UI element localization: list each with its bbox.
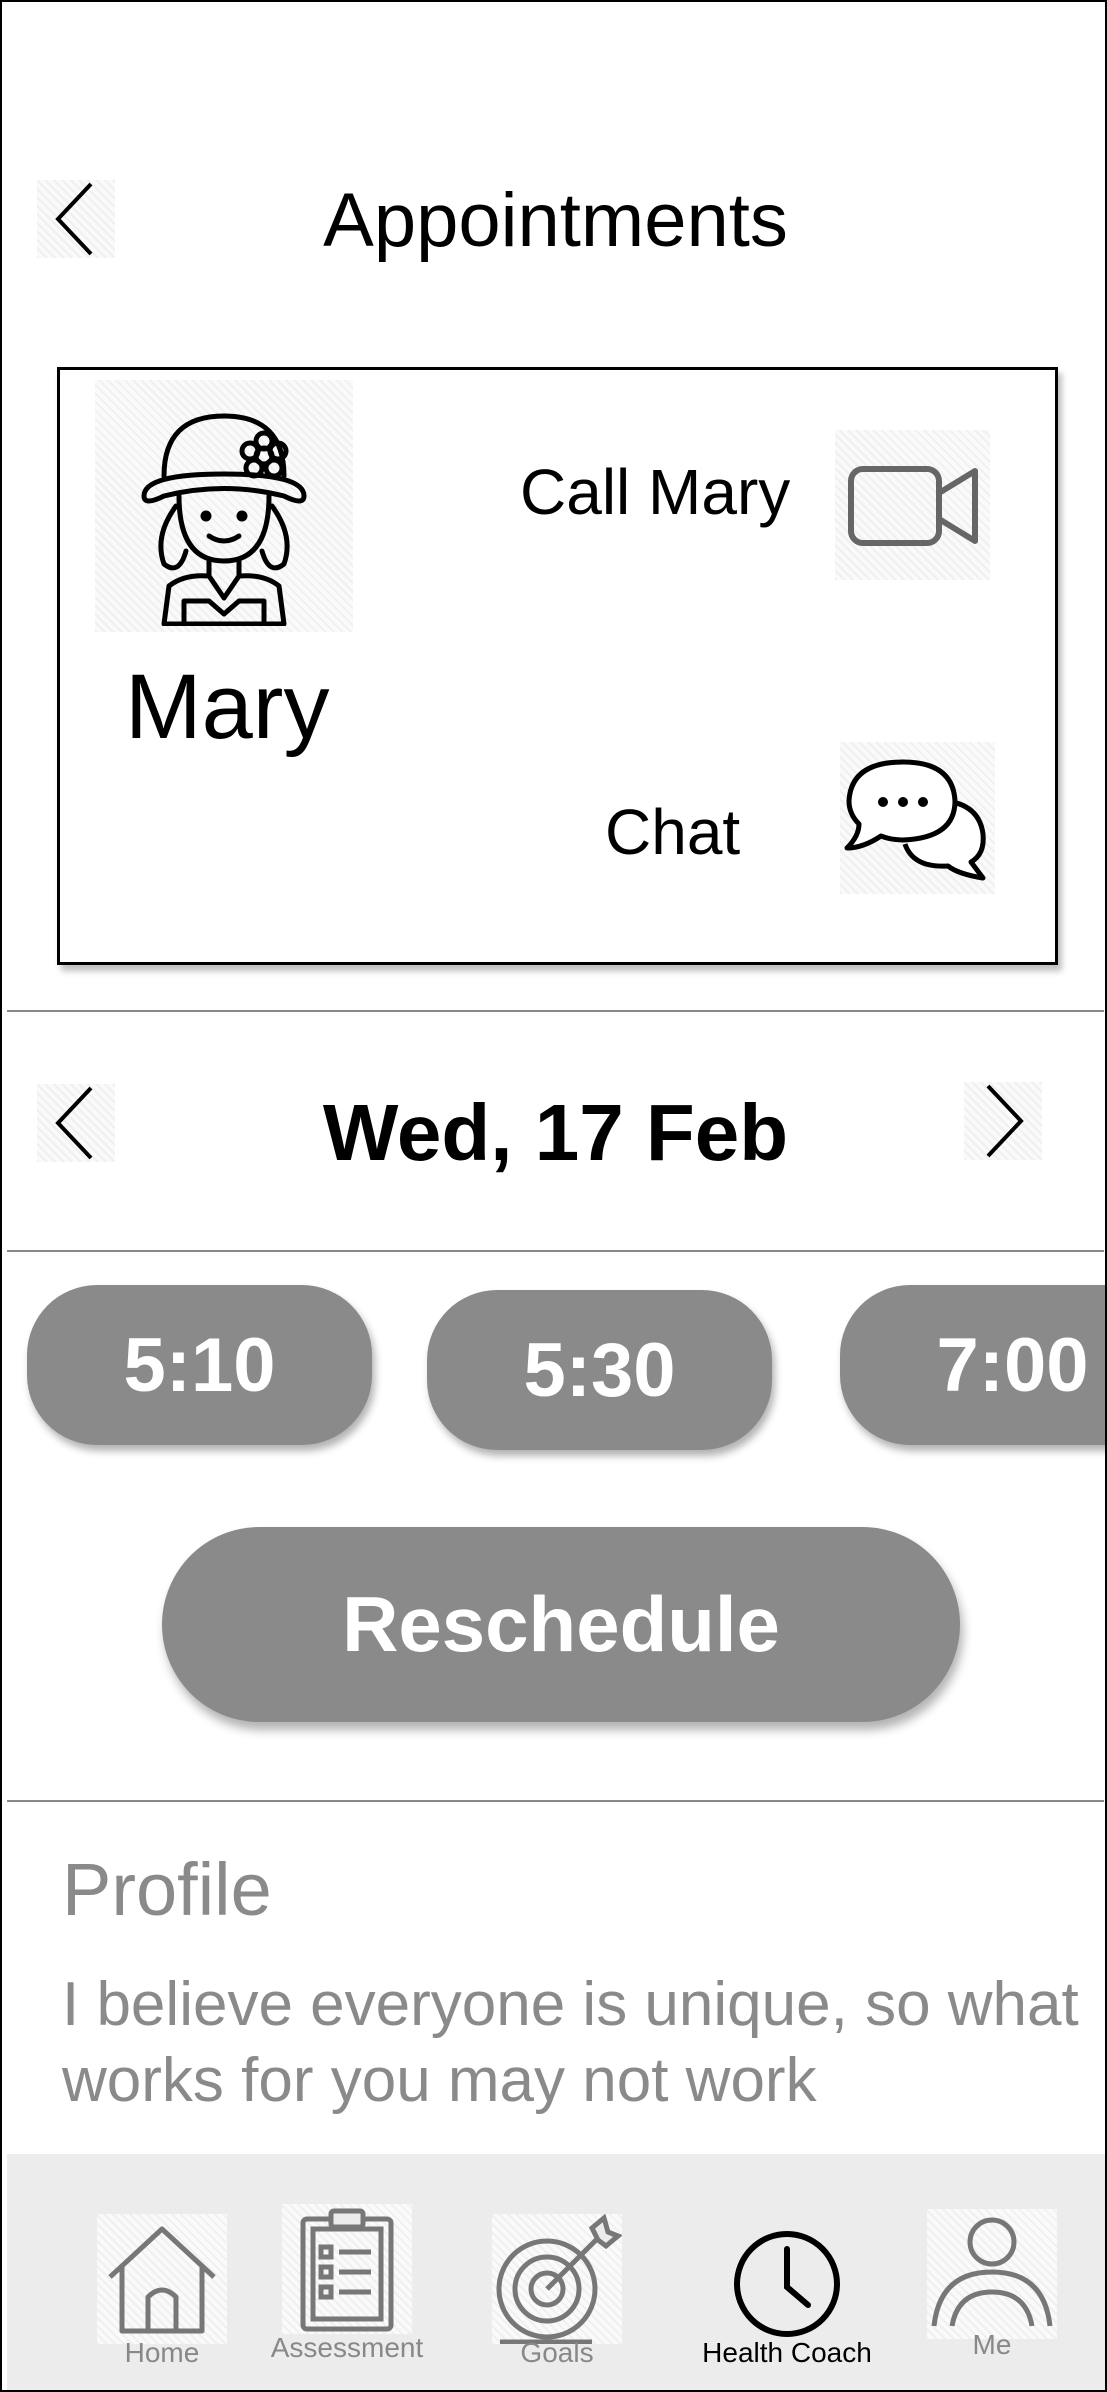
nav-label: Assessment (270, 2332, 424, 2363)
home-icon (97, 2214, 227, 2344)
call-label[interactable]: Call Mary (520, 455, 790, 529)
chat-button[interactable] (840, 742, 995, 894)
next-date-button[interactable] (964, 1082, 1042, 1160)
coach-card: Mary Call Mary Chat (57, 367, 1058, 965)
nav-label: Home (124, 2337, 200, 2368)
user-icon (927, 2209, 1057, 2339)
time-slot-button[interactable]: 5:10 (27, 1285, 372, 1445)
woman-with-hat-icon (141, 413, 307, 626)
profile-text: I believe everyone is unique, so what wo… (62, 1970, 1079, 2115)
coach-name: Mary (125, 656, 330, 758)
divider (7, 1250, 1104, 1252)
chat-label[interactable]: Chat (605, 795, 740, 869)
coach-avatar (95, 380, 353, 632)
selected-date: Wed, 17 Feb (322, 1088, 789, 1177)
time-slot-button[interactable]: 7:00 (840, 1285, 1105, 1445)
nav-label: Me (972, 2329, 1012, 2360)
nav-item-assessment[interactable]: Assessment (262, 2154, 432, 2390)
profile-heading: Profile (62, 1848, 272, 1931)
video-camera-icon (847, 466, 978, 546)
nav-label: Health Coach (702, 2337, 872, 2368)
nav-item-home[interactable]: Home (87, 2154, 237, 2390)
target-icon (492, 2214, 622, 2344)
nav-item-me[interactable]: Me (917, 2154, 1067, 2390)
time-slot-button[interactable]: 5:30 (427, 1290, 772, 1450)
page-title: Appointments (323, 178, 788, 263)
video-call-button[interactable] (835, 430, 990, 580)
clipboard-icon (282, 2204, 412, 2334)
nav-item-goals[interactable]: Goals (482, 2154, 632, 2390)
reschedule-button[interactable]: Reschedule (162, 1527, 960, 1722)
chevron-right-icon (986, 1084, 1024, 1158)
bottom-nav: Home Assessment Goals Health Coach Me (7, 2154, 1105, 2390)
divider (7, 1010, 1104, 1012)
nav-item-health-coach[interactable]: Health Coach (687, 2154, 887, 2390)
nav-label: Goals (520, 2337, 594, 2368)
divider (7, 1800, 1104, 1802)
app-screen: Appointments Mary Call Mary Chat Wed, 17… (0, 0, 1107, 2392)
clock-icon (722, 2219, 852, 2349)
chat-bubbles-icon (844, 759, 986, 880)
